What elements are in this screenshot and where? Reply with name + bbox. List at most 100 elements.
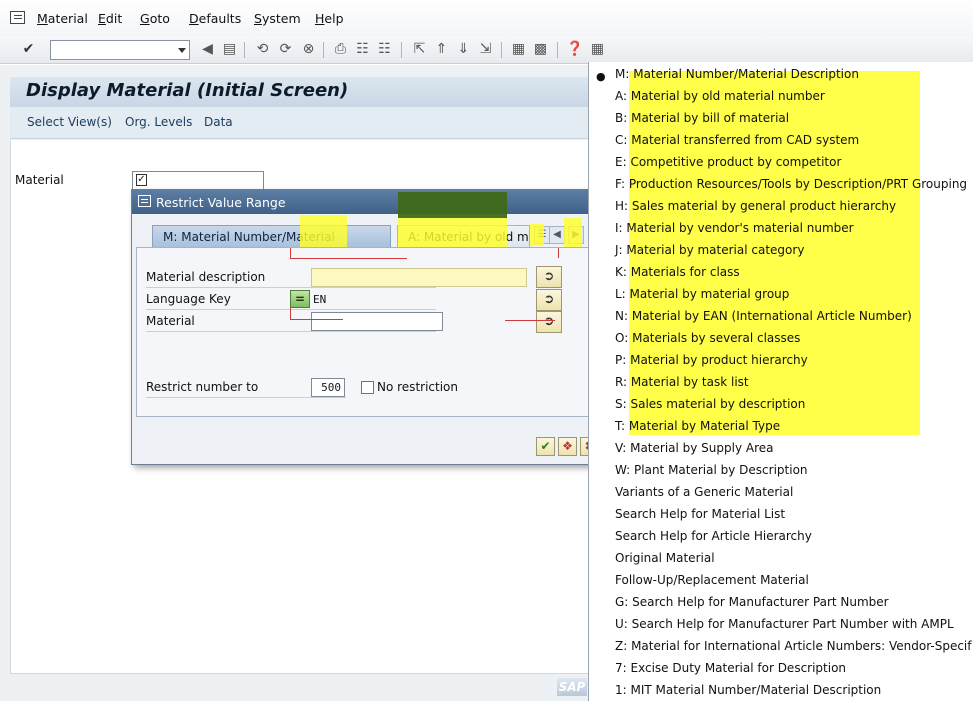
material-field-input[interactable] <box>311 312 443 331</box>
application-toolbar: Select View(s) Org. Levels Data <box>10 107 610 139</box>
dropdown-item[interactable]: Search Help for Article Hierarchy <box>615 529 812 543</box>
dialog-menu-icon[interactable] <box>138 195 151 207</box>
chevron-down-icon[interactable] <box>178 48 186 53</box>
dropdown-item[interactable]: I: Material by vendor's material number <box>615 221 854 235</box>
save-icon[interactable]: ▤ <box>221 41 238 58</box>
restrict-number-input[interactable]: 500 <box>311 378 345 397</box>
first-page-icon[interactable]: ⇱ <box>411 41 428 58</box>
dropdown-item[interactable]: Original Material <box>615 551 715 565</box>
enter-icon[interactable]: ✔ <box>20 41 37 58</box>
highlight-overlay <box>300 215 347 248</box>
screen-title-bar: Display Material (Initial Screen) <box>10 77 610 107</box>
dialog-title: Restrict Value Range <box>156 195 286 210</box>
dropdown-item[interactable]: O: Materials by several classes <box>615 331 800 345</box>
dropdown-item[interactable]: K: Materials for class <box>615 265 740 279</box>
standard-toolbar: ✔ ◀ ▤ ⟲ ⟳ ⊗ ⎙ ☷ ☷ ⇱ ⇑ ⇓ ⇲ ▦ ▩ ❓ ▦ <box>0 36 973 64</box>
select-views-button[interactable]: Select View(s) <box>27 115 112 129</box>
find-icon[interactable]: ☷ <box>354 41 371 58</box>
dropdown-item[interactable]: T: Material by Material Type <box>615 419 780 433</box>
dropdown-item[interactable]: V: Material by Supply Area <box>615 441 774 455</box>
no-restriction-checkbox[interactable] <box>361 381 374 394</box>
new-session-icon[interactable]: ▦ <box>510 41 527 58</box>
tab-material-number-description[interactable]: M: Material Number/Material Description <box>152 225 391 266</box>
tab-scroll-left-icon[interactable]: ◀ <box>549 226 565 244</box>
annotation-line <box>505 320 555 321</box>
dropdown-item[interactable]: Follow-Up/Replacement Material <box>615 573 809 587</box>
material-input[interactable]: ✓ <box>132 171 264 190</box>
highlight-overlay <box>398 192 507 218</box>
data-button[interactable]: Data <box>204 115 233 129</box>
find-next-icon[interactable]: ☷ <box>376 41 393 58</box>
next-page-icon[interactable]: ⇓ <box>455 41 472 58</box>
annotation-line <box>290 258 407 259</box>
annotation-line <box>558 248 559 258</box>
dropdown-item[interactable]: Z: Material for International Article Nu… <box>615 639 971 653</box>
annotation-line <box>290 248 291 258</box>
dropdown-item[interactable]: E: Competitive product by competitor <box>615 155 841 169</box>
dropdown-item[interactable]: A: Material by old material number <box>615 89 825 103</box>
toolbar-separator <box>557 42 558 58</box>
equals-operator-button[interactable]: = <box>290 290 310 308</box>
highlight-overlay <box>398 218 507 250</box>
dropdown-item[interactable]: U: Search Help for Manufacturer Part Num… <box>615 617 954 631</box>
previous-page-icon[interactable]: ⇑ <box>433 41 450 58</box>
menu-material[interactable]: Material <box>37 11 88 26</box>
dropdown-item[interactable]: M: Material Number/Material Description <box>615 67 859 81</box>
field-underline <box>146 331 436 332</box>
org-levels-button[interactable]: Org. Levels <box>125 115 192 129</box>
dropdown-item[interactable]: 7: Excise Duty Material for Description <box>615 661 846 675</box>
dropdown-item[interactable]: S: Sales material by description <box>615 397 805 411</box>
dropdown-item[interactable]: Search Help for Material List <box>615 507 785 521</box>
multiple-selection-button[interactable]: ➲ <box>536 311 562 333</box>
command-field[interactable] <box>50 40 190 60</box>
dropdown-item[interactable]: H: Sales material by general product hie… <box>615 199 896 213</box>
exit-icon[interactable]: ⟳ <box>277 41 294 58</box>
layout-icon[interactable]: ▦ <box>589 41 606 58</box>
dropdown-item[interactable]: R: Material by task list <box>615 375 749 389</box>
annotation-line <box>290 319 343 320</box>
multiple-selection-button[interactable]: ➲ <box>536 266 562 288</box>
required-check-icon: ✓ <box>136 174 147 186</box>
dropdown-item[interactable]: W: Plant Material by Description <box>615 463 808 477</box>
dropdown-item[interactable]: F: Production Resources/Tools by Descrip… <box>615 177 967 191</box>
dropdown-item[interactable]: B: Material by bill of material <box>615 111 789 125</box>
print-icon[interactable]: ⎙ <box>332 41 349 58</box>
dialog-title-bar: Restrict Value Range <box>132 190 600 214</box>
menubar: Material Edit Goto Defaults System Help <box>0 0 973 36</box>
back-icon[interactable]: ⟲ <box>254 41 271 58</box>
page-title: Display Material (Initial Screen) <box>26 80 349 101</box>
dropdown-item[interactable]: J: Material by material category <box>615 243 804 257</box>
continue-button[interactable]: ✔ <box>536 437 555 456</box>
menu-system[interactable]: System <box>254 11 301 26</box>
multiple-selection-button[interactable]: ➲ <box>536 289 562 311</box>
start-search-button[interactable]: ❖ <box>558 437 577 456</box>
menu-edit[interactable]: Edit <box>98 11 122 26</box>
material-description-input[interactable] <box>311 268 527 287</box>
dropdown-item[interactable]: Variants of a Generic Material <box>615 485 793 499</box>
menu-help[interactable]: Help <box>315 11 344 26</box>
menu-icon[interactable] <box>10 11 25 24</box>
highlight-overlay <box>564 218 582 248</box>
material-description-label: Material description <box>146 270 266 284</box>
last-page-icon[interactable]: ⇲ <box>477 41 494 58</box>
material-field-label: Material <box>146 314 195 328</box>
restrict-number-value: 500 <box>321 381 341 394</box>
dropdown-item[interactable]: 1: MIT Material Number/Material Descript… <box>615 683 881 697</box>
back-arrow-icon[interactable]: ◀ <box>199 41 216 58</box>
menu-goto[interactable]: Goto <box>140 11 170 26</box>
dropdown-item[interactable]: L: Material by material group <box>615 287 789 301</box>
sap-logo: SAP <box>557 678 587 696</box>
dropdown-item[interactable]: C: Material transferred from CAD system <box>615 133 859 147</box>
dropdown-item[interactable]: G: Search Help for Manufacturer Part Num… <box>615 595 889 609</box>
help-icon[interactable]: ❓ <box>566 41 583 58</box>
menu-defaults[interactable]: Defaults <box>189 11 241 26</box>
tab-body: Material description ➲ Language Key = EN… <box>136 247 598 417</box>
toolbar-separator <box>501 42 502 58</box>
toolbar-separator <box>244 42 245 58</box>
field-underline <box>146 309 436 310</box>
dropdown-item[interactable]: N: Material by EAN (International Articl… <box>615 309 912 323</box>
dropdown-item[interactable]: P: Material by product hierarchy <box>615 353 808 367</box>
language-key-value[interactable]: EN <box>313 293 326 306</box>
shortcut-icon[interactable]: ▩ <box>532 41 549 58</box>
cancel-icon[interactable]: ⊗ <box>300 41 317 58</box>
